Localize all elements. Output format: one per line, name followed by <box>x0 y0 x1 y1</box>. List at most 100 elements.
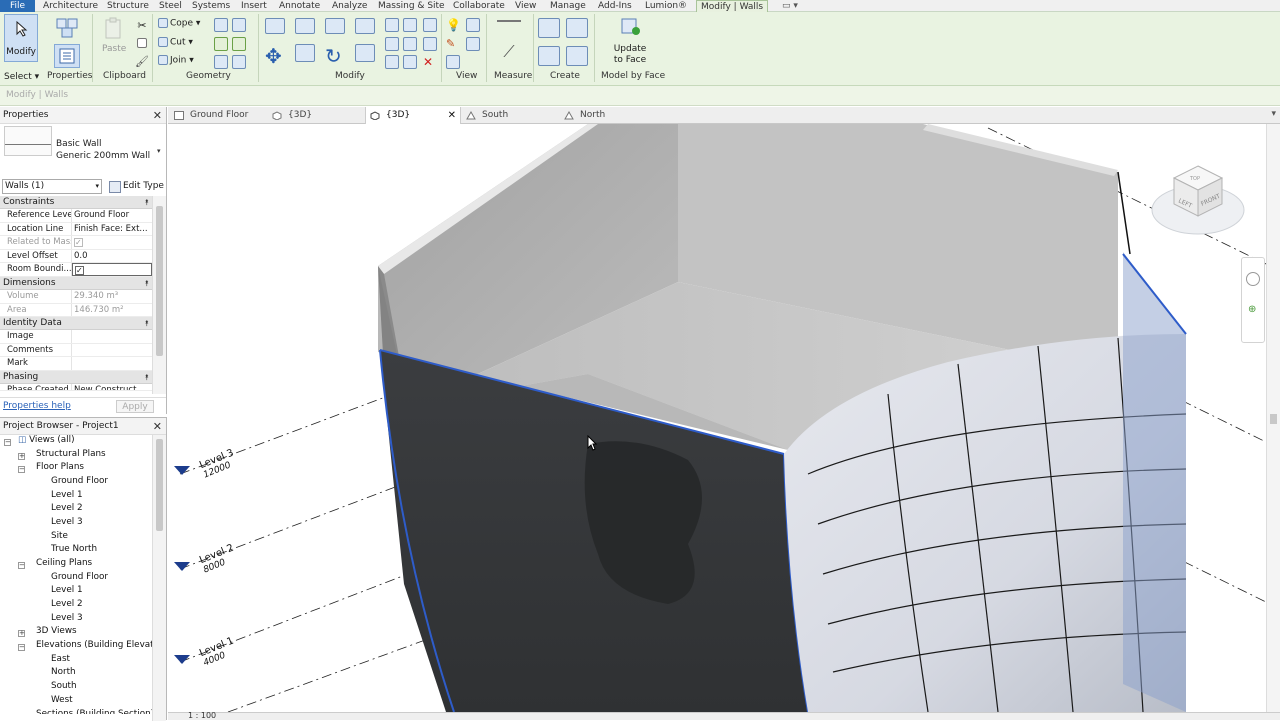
geometry-tool-icon[interactable] <box>232 37 246 51</box>
tree-3d-views[interactable]: 3D Views <box>36 625 77 639</box>
3d-viewport[interactable]: Level 3 12000 Level 2 8000 Level 1 4000 <box>168 124 1266 712</box>
tree-elevation-south[interactable]: South <box>51 680 77 694</box>
prop-row[interactable]: Phase Created New Construct... <box>0 383 152 391</box>
tree-elevation-west[interactable]: West <box>51 694 73 708</box>
close-icon[interactable]: ✕ <box>153 107 162 124</box>
tree-views-all[interactable]: ◫ Views (all) <box>18 434 75 448</box>
paint-icon[interactable] <box>446 55 460 69</box>
select-dropdown[interactable]: Select ▾ <box>4 72 39 82</box>
trim-icon[interactable] <box>355 44 375 62</box>
tree-elevation-east[interactable]: East <box>51 653 70 667</box>
tree-elevation-north[interactable]: North <box>51 666 76 680</box>
match-properties-icon[interactable]: 🖌 <box>135 54 149 68</box>
close-icon[interactable]: ✕ <box>448 107 456 124</box>
view-filter-icon[interactable] <box>466 37 480 51</box>
cope-button[interactable]: Cope ▾ <box>158 18 200 29</box>
prop-row[interactable]: Mark <box>0 357 152 371</box>
copy-icon[interactable] <box>135 36 149 50</box>
offset-icon[interactable] <box>295 18 315 34</box>
create-group-icon[interactable] <box>538 46 560 66</box>
type-selector[interactable]: Basic Wall Generic 200mm Wall <box>56 138 150 162</box>
tab-systems[interactable]: Systems <box>188 0 234 12</box>
close-icon[interactable]: ✕ <box>153 418 162 435</box>
properties-scrollbar[interactable] <box>152 196 166 394</box>
geometry-tool-icon[interactable] <box>214 18 228 32</box>
scale-label[interactable]: 1 : 100 <box>188 711 216 720</box>
ribbon-options-icon[interactable]: ▭ ▾ <box>778 0 802 12</box>
collapse-icon[interactable]: − <box>4 439 11 446</box>
tab-overflow-icon[interactable]: ▾ <box>1271 109 1276 119</box>
viewport-scrollbar[interactable] <box>1266 124 1280 712</box>
tree-floor-plans[interactable]: Floor Plans <box>36 461 84 475</box>
tree-floor-plan-level-2[interactable]: Level 2 <box>51 502 83 516</box>
properties-icon[interactable] <box>54 44 80 68</box>
linework-icon[interactable]: ✎ <box>446 37 455 50</box>
mirror-axis-icon[interactable] <box>325 18 345 34</box>
tab-lumion[interactable]: Lumion® <box>641 0 691 12</box>
apply-button[interactable]: Apply <box>116 400 154 413</box>
tree-ceiling-plan-level-1[interactable]: Level 1 <box>51 584 83 598</box>
unpin-icon[interactable] <box>403 55 417 69</box>
view-tab-3d[interactable]: {3D} <box>268 107 364 124</box>
tree-sections[interactable]: Sections (Building Section) <box>36 708 154 714</box>
cut-scissors-icon[interactable]: ✂ <box>135 18 149 32</box>
move-icon[interactable]: ✥ <box>265 44 282 68</box>
prop-row[interactable]: Room Boundi... <box>0 263 152 277</box>
split-icon[interactable] <box>385 18 399 32</box>
extend-icon[interactable] <box>423 37 437 51</box>
update-to-face-button[interactable]: Update to Face <box>612 14 648 65</box>
tree-ceiling-plan-ground[interactable]: Ground Floor <box>51 571 108 585</box>
align-icon[interactable] <box>265 18 285 34</box>
tree-floor-plan-level-3[interactable]: Level 3 <box>51 516 83 530</box>
viewcube[interactable]: TOP LEFT FRONT <box>1146 160 1250 244</box>
view-tab-ground-floor[interactable]: Ground Floor <box>170 107 266 124</box>
prop-row[interactable]: Comments <box>0 343 152 358</box>
prop-row[interactable]: Image <box>0 330 152 344</box>
measure-icon[interactable] <box>494 20 524 22</box>
tab-manage[interactable]: Manage <box>546 0 590 12</box>
split-gap-icon[interactable] <box>403 18 417 32</box>
prop-row[interactable]: Level Offset 0.0 <box>0 249 152 264</box>
element-filter-dropdown[interactable]: Walls (1) ▾ <box>2 179 102 194</box>
edit-type-button[interactable]: Edit Type <box>107 179 164 194</box>
tree-ceiling-plan-level-3[interactable]: Level 3 <box>51 612 83 626</box>
view-tab-3d-active[interactable]: {3D} ✕ <box>365 107 461 124</box>
tab-structure[interactable]: Structure <box>103 0 153 12</box>
properties-help-link[interactable]: Properties help <box>3 401 71 411</box>
group-phasing[interactable]: Phasing ⯭ <box>0 370 152 384</box>
type-properties-icon[interactable] <box>54 16 80 40</box>
tab-steel[interactable]: Steel <box>155 0 186 12</box>
tree-floor-plan-level-1[interactable]: Level 1 <box>51 489 83 503</box>
collapse-icon[interactable]: − <box>18 644 25 651</box>
tab-modify-walls[interactable]: Modify | Walls <box>696 0 769 12</box>
geometry-tool-icon[interactable] <box>214 37 228 51</box>
create-similar-icon[interactable] <box>566 46 588 66</box>
zoom-icon[interactable]: ⊕ <box>1248 304 1256 315</box>
expand-icon[interactable]: + <box>18 453 25 460</box>
rotate-icon[interactable]: ↻ <box>325 44 342 68</box>
join-button[interactable]: Join ▾ <box>158 55 194 66</box>
create-assembly-icon[interactable] <box>538 18 560 38</box>
tree-ceiling-plans[interactable]: Ceiling Plans <box>36 557 92 571</box>
tree-structural-plans[interactable]: Structural Plans <box>36 448 106 462</box>
geometry-tool-icon[interactable] <box>232 18 246 32</box>
tree-elevations[interactable]: Elevations (Building Elevation <box>36 639 154 653</box>
tab-collaborate[interactable]: Collaborate <box>449 0 509 12</box>
prop-row[interactable]: Location Line Finish Face: Ext... <box>0 222 152 237</box>
group-constraints[interactable]: Constraints ⯭ <box>0 196 152 209</box>
prop-row[interactable]: Reference Level Ground Floor <box>0 209 152 223</box>
delete-icon[interactable]: ✕ <box>423 55 433 69</box>
browser-scrollbar[interactable] <box>152 435 166 721</box>
paste-icon[interactable] <box>101 16 125 42</box>
tab-view[interactable]: View <box>511 0 540 12</box>
steering-wheel-icon[interactable] <box>1246 272 1260 286</box>
tab-architecture[interactable]: Architecture <box>39 0 102 12</box>
room-bounding-checkbox[interactable] <box>75 264 84 275</box>
modify-button[interactable]: Modify <box>4 14 38 62</box>
tab-file[interactable]: File <box>0 0 36 12</box>
tab-massing-site[interactable]: Massing & Site <box>374 0 449 12</box>
tree-ceiling-plan-level-2[interactable]: Level 2 <box>51 598 83 612</box>
view-tab-north[interactable]: North <box>560 107 656 124</box>
dimension-icon[interactable]: ⟋ <box>494 42 524 62</box>
scale-icon[interactable] <box>403 37 417 51</box>
